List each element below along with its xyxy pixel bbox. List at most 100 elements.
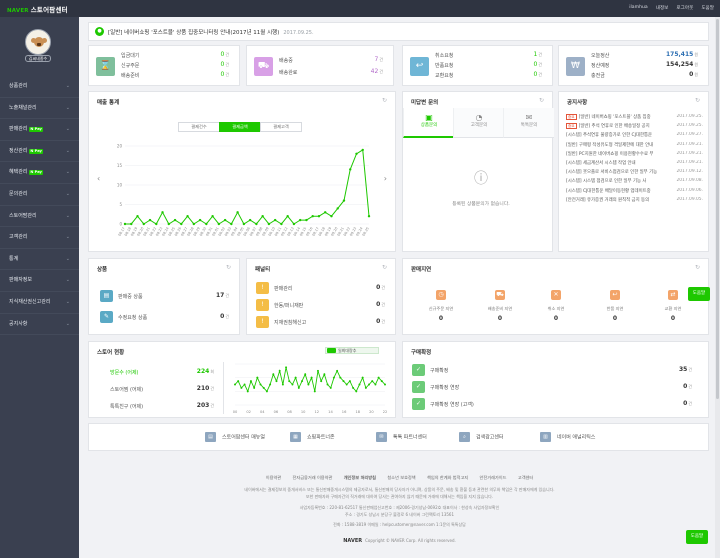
tab-product-inquiry[interactable]: ▣ 상품문의 [403,108,454,138]
footer-link[interactable]: 안전거래가이드 [480,475,507,480]
delay-value[interactable]: 0 [484,315,516,322]
y-tick-label: 10 [117,183,123,188]
penalty-value[interactable]: 0건 [376,318,385,325]
app-title: 스토어팜센터 [30,6,68,14]
footer-link[interactable]: 책임의 한계와 법적고지 [427,475,468,480]
refresh-icon[interactable]: ↻ [539,97,544,104]
data-point [339,376,342,379]
tab-payment-customers[interactable]: 결제고객 [260,122,302,132]
sidebar-item-channels[interactable]: 노출채널관리 ⌄ [0,98,79,120]
product-value[interactable]: 17건 [216,292,229,299]
announcement-item[interactable]: [시스템] CJ대한통운 배달이동현황 업데이트중 2017.09.06. [566,188,703,194]
npay-badge: N Pay [29,127,43,133]
scrollbar-thumb[interactable] [716,19,719,399]
data-point [286,215,289,218]
announcement-item[interactable]: 중요 [일반] 네이버쇼핑 '포스트블' 상품 집중 2017.09.25. [566,114,703,120]
delay-value[interactable]: 0 [657,315,689,322]
purchase-value[interactable]: 0건 [683,383,692,390]
avatar[interactable] [25,29,51,55]
brand-logo[interactable]: NAVER 스토어팜센터 [7,4,68,14]
announcement-item[interactable]: [시스템] 웃으플로 서비스점검으로 인한 일부 기능 2017.09.12. [566,169,703,175]
tab-payment-amount[interactable]: 결제금액 [219,122,261,132]
orders-value[interactable]: 0건 [220,71,229,78]
footer-link[interactable]: 개인정보 처리방침 [344,475,376,480]
store-stat-value[interactable]: 224회 [174,368,214,375]
penalty-value[interactable]: 0건 [376,301,385,308]
footer-link[interactable]: 전자금융거래 이용약관 [293,475,333,480]
quick-link-partner[interactable]: ▦ 쇼핑파트너존 [290,432,335,442]
footer-contact: 전화 : 1588-3819 이메일 : helpcustomer@naver.… [333,522,466,527]
claims-value[interactable]: 1건 [533,51,542,58]
footer-link[interactable]: 고객센터 [518,475,533,480]
delay-value[interactable]: 0 [540,315,572,322]
settlement-value[interactable]: 154,254원 [666,61,698,68]
sidebar-item-seller-info[interactable]: 판매자정보 ⌄ [0,270,79,292]
shipping-value[interactable]: 7건 [374,56,383,63]
store-stat-value[interactable]: 203건 [174,402,214,409]
tab-talk-inquiry[interactable]: ✉ 톡톡문의 [503,108,554,138]
product-value[interactable]: 0건 [220,313,229,320]
sidebar-item-ip-report[interactable]: 지식재산권신고관리 ⌄ [0,292,79,314]
sidebar-item-settlement[interactable]: 정산관리 N Pay ⌄ [0,141,79,163]
refresh-icon[interactable]: ↻ [226,264,231,271]
shop-name[interactable]: 김씨네종수 [25,55,51,62]
notice-bar[interactable]: ● [일반] 네이버쇼핑 '포스트블' 상품 집중모니터링 안내(2017년 1… [88,22,709,41]
data-point [377,376,380,379]
check-icon: ✓ [412,381,425,393]
footer-link[interactable]: 이용약관 [266,475,281,480]
sidebar-item-stats[interactable]: 통계 ⌄ [0,249,79,271]
quick-link-search-ad[interactable]: ⌕ 검색광고센터 [459,432,504,442]
help-chat-button[interactable]: 도움말 [688,287,710,301]
help-chat-button[interactable]: 도움말 [686,530,708,544]
delay-value[interactable]: 0 [425,315,457,322]
sidebar-item-store[interactable]: 스토어팜관리 ⌄ [0,206,79,228]
claims-value[interactable]: 0건 [533,71,542,78]
data-point [367,215,371,218]
chart-toggle[interactable]: 일최대량추 [325,347,379,354]
announcement-item[interactable]: [일반] 구매평 작성유도형 격일제한에 대한 안내 2017.09.21. [566,142,703,148]
orders-value[interactable]: 0건 [220,51,229,58]
tab-payment-count[interactable]: 결제건수 [178,122,220,132]
sidebar-item-products[interactable]: 상품관리 ⌄ [0,76,79,98]
announcement-item[interactable]: [시스템] 시스템 점검으로 인한 일부 기능 사 2017.09.08. [566,178,703,184]
my-info-link[interactable]: 내정보 [656,5,669,11]
delay-value[interactable]: 0 [599,315,631,322]
chevron-right-icon[interactable]: › [384,174,387,183]
refresh-icon[interactable]: ↻ [695,97,700,104]
announcement-item[interactable]: [시스템] 세금계산서 시스템 작업 안내 2017.09.21. [566,160,703,166]
purchase-value[interactable]: 0건 [683,400,692,407]
footer-link[interactable]: 청소년 보호정책 [387,475,415,480]
settlement-label: 충전금 [591,73,605,79]
data-point [243,383,246,386]
penalty-value[interactable]: 0건 [376,284,385,291]
refresh-icon[interactable]: ↻ [382,264,387,271]
sidebar-item-benefits[interactable]: 혜택관리 N Pay ⌄ [0,162,79,184]
store-stat-value[interactable]: 210건 [174,385,214,392]
quick-link-analytics[interactable]: ▥ 네이버 애널리틱스 [540,432,595,442]
announcement-item[interactable]: 중요 [일반] 추석 연휴로 인한 배송일정 공지 2017.09.25. [566,123,703,130]
refresh-icon[interactable]: ↻ [695,264,700,271]
sidebar-item-customers[interactable]: 고객관리 ⌄ [0,227,79,249]
orders-value[interactable]: 0건 [220,61,229,68]
shipping-value[interactable]: 42건 [371,68,383,75]
sidebar-item-inquiries[interactable]: 문의관리 ⌄ [0,184,79,206]
naver-logo: NAVER [343,538,363,544]
announcement-item[interactable]: [안전거래] 유가증권 거래의 원칙적 금지 동의 2017.09.05. [566,197,703,203]
help-link[interactable]: 도움말 [701,5,714,11]
announcement-item[interactable]: [일반] PC지원한 네이버쇼핑 이용현황수수료 부 2017.09.21. [566,151,703,157]
purchase-value[interactable]: 35건 [679,366,692,373]
notice-text[interactable]: [일반] 네이버쇼핑 '포스트블' 상품 집중모니터링 안내(2017년 11월… [108,30,279,36]
quick-link-manual[interactable]: ▤ 스토어팜센터 매뉴얼 [205,432,265,442]
chevron-left-icon[interactable]: ‹ [97,174,100,183]
scrollbar[interactable] [715,17,720,558]
quick-link-talk[interactable]: ✉ 톡톡 파트너센터 [376,432,427,442]
tab-customer-inquiry[interactable]: ◔ 고객문의 [453,108,504,138]
sidebar-item-sales[interactable]: 판매관리 N Pay ⌄ [0,119,79,141]
claims-value[interactable]: 0건 [533,61,542,68]
settlement-value[interactable]: 0원 [689,71,698,78]
sidebar-item-notices[interactable]: 공지사항 ⌄ [0,314,79,336]
settlement-value[interactable]: 175,415원 [666,51,698,58]
refresh-icon[interactable]: ↻ [382,97,387,104]
logout-link[interactable]: 로그아웃 [676,5,693,11]
announcement-item[interactable]: [시스템] 추석연휴 물량증가로 인한 CJ대한통운 2017.09.27. [566,132,703,138]
